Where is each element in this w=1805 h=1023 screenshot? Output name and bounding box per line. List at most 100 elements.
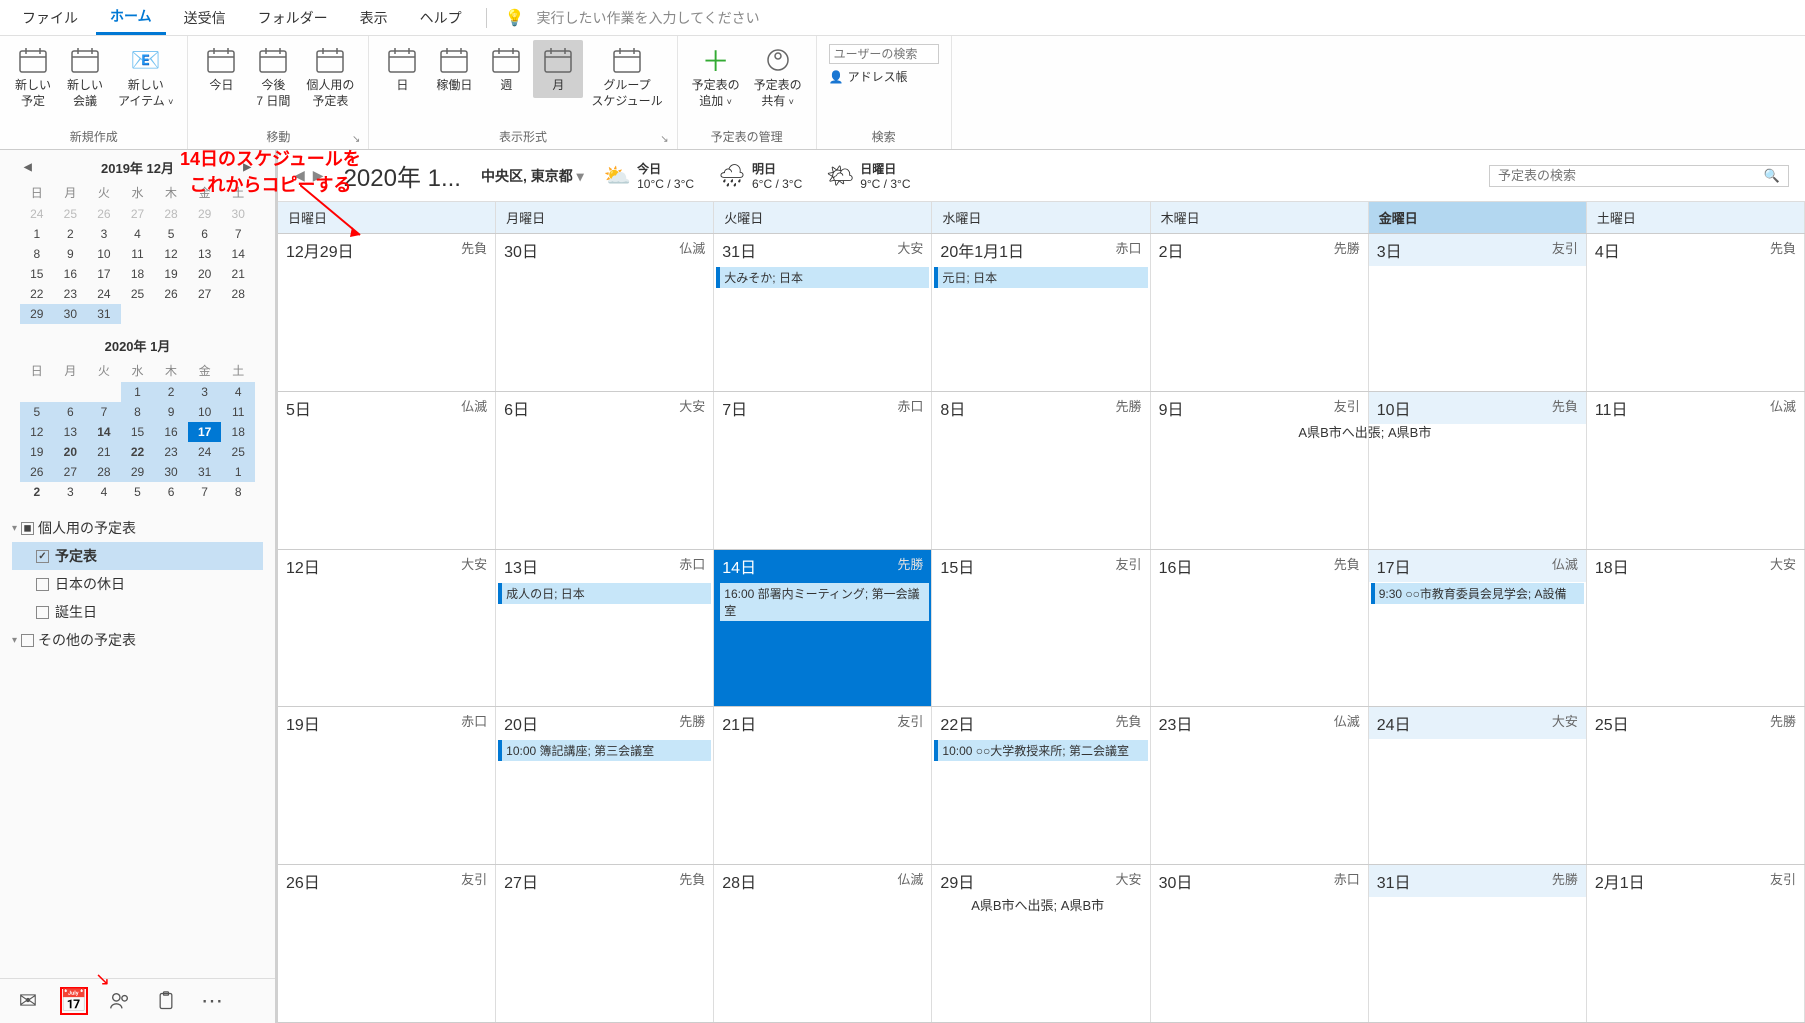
mini-cal-day[interactable]: 1 — [221, 462, 255, 482]
new-meeting-button[interactable]: 新しい会議 — [60, 40, 110, 113]
mini-cal-day[interactable]: 15 — [20, 264, 54, 284]
mini-cal-day[interactable]: 31 — [87, 304, 121, 324]
search-icon[interactable]: 🔍 — [1764, 168, 1780, 184]
mini-cal-day[interactable]: 5 — [20, 402, 54, 422]
calendar-event-span[interactable]: A県B市へ出張; A県B市 — [496, 895, 1579, 914]
mini-cal-day[interactable] — [188, 304, 222, 324]
mini-cal-day[interactable]: 30 — [54, 304, 88, 324]
mini-cal-day[interactable]: 8 — [121, 402, 155, 422]
mini-cal-day[interactable]: 21 — [87, 442, 121, 462]
calendar-cell[interactable]: 27日先負 — [496, 865, 714, 1022]
mail-icon[interactable]: ✉ — [14, 987, 42, 1015]
mini-cal-day[interactable]: 11 — [121, 244, 155, 264]
calendar-cell[interactable]: 15日友引 — [932, 550, 1150, 707]
mini-cal-day[interactable]: 6 — [154, 482, 188, 502]
tab-home[interactable]: ホーム — [96, 0, 166, 35]
mini-cal-day[interactable]: 21 — [221, 264, 255, 284]
more-icon[interactable]: ⋯ — [198, 987, 226, 1015]
mini-cal-day[interactable]: 30 — [154, 462, 188, 482]
next-month-button[interactable]: ▶ — [313, 167, 324, 184]
calendar-cell[interactable]: 26日友引 — [278, 865, 496, 1022]
calendar-cell[interactable]: 22日先負10:00 ○○大学教授来所; 第二会議室 — [932, 707, 1150, 864]
calendar-cell[interactable]: 10日先負 — [1369, 392, 1587, 549]
calendar-cell[interactable]: 2月1日友引 — [1587, 865, 1805, 1022]
mini-cal-day[interactable]: 16 — [54, 264, 88, 284]
mini-cal-day[interactable]: 7 — [188, 482, 222, 502]
calendar-search[interactable]: 🔍 — [1489, 165, 1789, 187]
calendar-cell[interactable]: 31日先勝 — [1369, 865, 1587, 1022]
mini-cal-day[interactable]: 2 — [54, 224, 88, 244]
mini-cal-day[interactable]: 14 — [221, 244, 255, 264]
mini-cal-day[interactable]: 6 — [188, 224, 222, 244]
mini-cal-day[interactable] — [121, 304, 155, 324]
mini-cal-day[interactable] — [154, 304, 188, 324]
calendar-cell[interactable]: 25日先勝 — [1587, 707, 1805, 864]
day-view-button[interactable]: 日 — [377, 40, 427, 98]
people-icon[interactable] — [106, 987, 134, 1015]
mini-cal-day[interactable]: 17 — [87, 264, 121, 284]
mini-cal-day[interactable]: 25 — [221, 442, 255, 462]
mini-cal-day[interactable]: 1 — [20, 224, 54, 244]
calendar-cell[interactable]: 24日大安 — [1369, 707, 1587, 864]
mini-cal-day[interactable]: 1 — [121, 382, 155, 402]
calendar-cell[interactable]: 3日友引 — [1369, 234, 1587, 391]
mini-cal-day[interactable]: 26 — [20, 462, 54, 482]
mini-cal-day[interactable]: 15 — [121, 422, 155, 442]
calendar-cell[interactable]: 20日先勝10:00 簿記講座; 第三会議室 — [496, 707, 714, 864]
work-week-view-button[interactable]: 稼働日 — [429, 40, 479, 98]
location-dropdown[interactable]: 中央区, 東京都 ▾ — [481, 166, 584, 186]
mini-cal-day[interactable]: 30 — [221, 204, 255, 224]
checkbox[interactable] — [36, 606, 49, 619]
mini-cal-day[interactable]: 19 — [154, 264, 188, 284]
mini-cal-day[interactable]: 18 — [121, 264, 155, 284]
mini-cal-day[interactable]: 12 — [154, 244, 188, 264]
calendar-cell[interactable]: 12日大安 — [278, 550, 496, 707]
mini-cal-day[interactable]: 2 — [20, 482, 54, 502]
calendar-event[interactable]: 大みそか; 日本 — [716, 267, 929, 288]
mini-cal-day[interactable]: 19 — [20, 442, 54, 462]
mini-cal-day[interactable]: 6 — [54, 402, 88, 422]
mini-cal-day[interactable]: 5 — [154, 224, 188, 244]
tab-folder[interactable]: フォルダー — [244, 2, 342, 34]
calendar-cell[interactable]: 12月29日先負 — [278, 234, 496, 391]
mini-cal-day[interactable]: 24 — [20, 204, 54, 224]
checkbox[interactable]: ✓ — [36, 550, 49, 563]
mini-cal-day[interactable]: 29 — [20, 304, 54, 324]
mini-cal-day[interactable]: 3 — [54, 482, 88, 502]
mini-cal-day[interactable]: 24 — [188, 442, 222, 462]
add-calendar-button[interactable]: ＋予定表の追加 ˅ — [686, 40, 746, 113]
mini-cal-day[interactable]: 3 — [188, 382, 222, 402]
mini-cal-day[interactable]: 11 — [221, 402, 255, 422]
prev-month-button[interactable]: ◀ — [294, 167, 305, 184]
calendar-cell[interactable]: 11日仏滅 — [1587, 392, 1805, 549]
calendar-cell[interactable]: 2日先勝 — [1151, 234, 1369, 391]
dialog-launcher-icon[interactable]: ↘ — [660, 134, 668, 145]
mini-cal-day[interactable]: 22 — [121, 442, 155, 462]
mini-cal-day[interactable] — [87, 382, 121, 402]
mini-cal-day[interactable]: 18 — [221, 422, 255, 442]
calendar-cell[interactable]: 29日大安 — [932, 865, 1150, 1022]
mini-cal-next-button[interactable]: ▶ — [243, 162, 251, 173]
mini-cal-day[interactable]: 23 — [154, 442, 188, 462]
tab-sendreceive[interactable]: 送受信 — [170, 2, 240, 34]
mini-cal-day[interactable]: 13 — [188, 244, 222, 264]
checkbox[interactable] — [21, 634, 34, 647]
mini-cal-day[interactable]: 9 — [154, 402, 188, 422]
mini-cal-day[interactable]: 28 — [154, 204, 188, 224]
mini-cal-day[interactable]: 5 — [121, 482, 155, 502]
mini-cal-day[interactable]: 27 — [121, 204, 155, 224]
dialog-launcher-icon[interactable]: ↘ — [352, 134, 360, 145]
calendar-group[interactable]: ▾◼個人用の予定表 — [12, 514, 263, 542]
mini-cal-day[interactable]: 8 — [20, 244, 54, 264]
mini-cal-day[interactable]: 29 — [188, 204, 222, 224]
mini-cal-day[interactable]: 10 — [188, 402, 222, 422]
mini-cal-day[interactable]: 23 — [54, 284, 88, 304]
next-7-days-button[interactable]: 今後7 日間 — [248, 40, 298, 113]
calendar-cell[interactable]: 9日友引 — [1151, 392, 1369, 549]
calendar-cell[interactable]: 8日先勝 — [932, 392, 1150, 549]
schedule-view-button[interactable]: グループスケジュール — [585, 40, 668, 113]
mini-cal-prev-button[interactable]: ◀ — [24, 162, 32, 173]
mini-cal-day[interactable]: 31 — [188, 462, 222, 482]
calendar-cell[interactable]: 6日大安 — [496, 392, 714, 549]
mini-cal-day[interactable]: 13 — [54, 422, 88, 442]
